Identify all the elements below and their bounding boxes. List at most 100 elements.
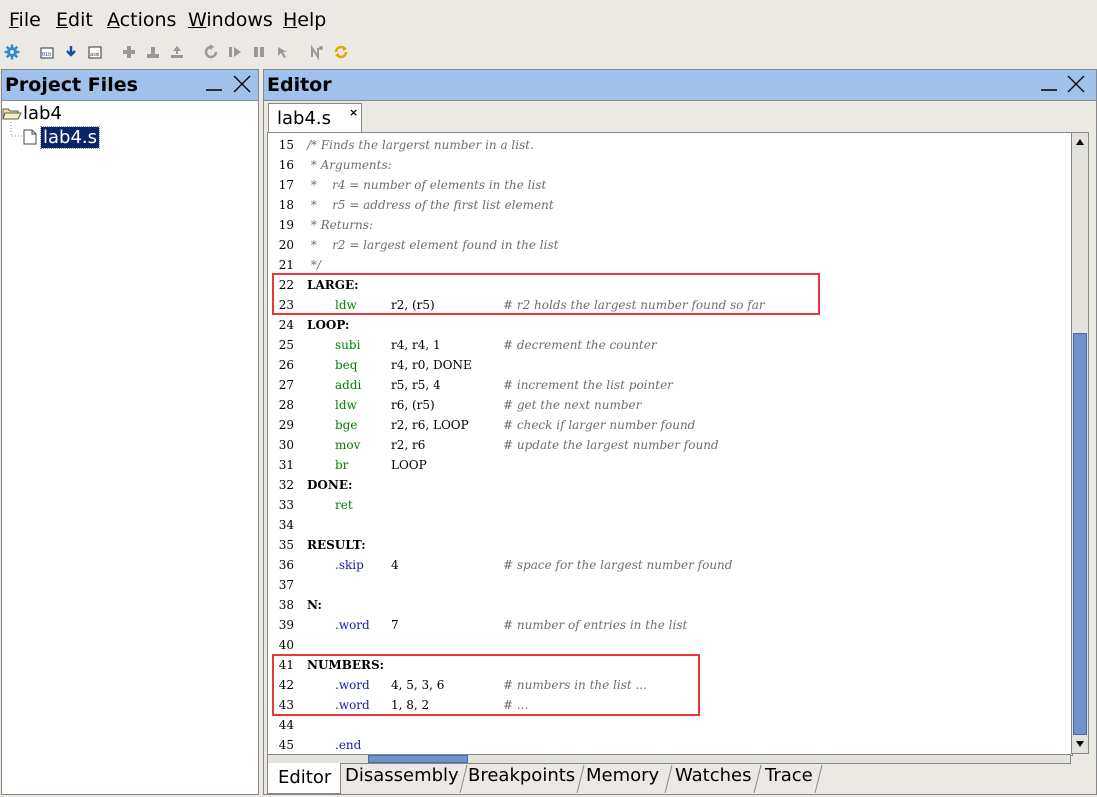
close-icon[interactable] <box>232 74 252 94</box>
open-folder-icon <box>2 108 22 120</box>
scroll-up-icon[interactable] <box>1073 135 1087 149</box>
code-instruction: beq <box>335 358 358 372</box>
code-comment: * Arguments: <box>307 158 392 172</box>
vertical-scrollbar[interactable] <box>1071 132 1089 754</box>
code-operands: 7 <box>391 618 399 632</box>
code-comment: */ <box>307 258 321 272</box>
code-line[interactable]: 45 .end <box>268 735 1068 755</box>
tree-connector <box>10 122 23 137</box>
code-instruction: subi <box>335 338 361 352</box>
code-inline-comment: # number of entries in the list <box>503 618 688 632</box>
code-line[interactable]: 40 <box>268 635 1068 655</box>
code-line[interactable]: 17 * r4 = number of elements in the list <box>268 175 1068 195</box>
refresh-icon[interactable] <box>333 44 349 60</box>
code-line[interactable]: 37 <box>268 575 1068 595</box>
code-inline-comment: # get the next number <box>503 398 642 412</box>
project-files-header: Project Files <box>2 70 258 101</box>
editor-header: Editor <box>264 70 1096 101</box>
tree-item-lab4[interactable]: lab4 <box>23 103 62 124</box>
code-line[interactable]: 36 .skip 4 # space for the largest number f… <box>268 555 1068 575</box>
code-line[interactable]: 21 */ <box>268 255 1068 275</box>
step-out-icon[interactable] <box>169 44 185 60</box>
line-number: 17 <box>278 178 294 192</box>
menu-edit[interactable]: Edit <box>56 9 93 31</box>
code-line[interactable]: 30 mov r2, r6 # update the largest number f… <box>268 435 1068 455</box>
line-number: 39 <box>278 618 294 632</box>
code-line[interactable]: 16 * Arguments: <box>268 155 1068 175</box>
menu-help[interactable]: Help <box>283 9 326 31</box>
code-line[interactable]: 44 <box>268 715 1068 735</box>
line-number: 35 <box>278 538 294 552</box>
cursor-run-icon[interactable] <box>309 44 325 60</box>
svg-text:010: 010 <box>42 52 51 58</box>
restart-icon[interactable] <box>203 44 219 60</box>
code-inline-comment: # check if larger number found <box>503 418 696 432</box>
line-number: 34 <box>278 518 294 532</box>
code-label: LOOP: <box>307 318 350 332</box>
minimize-icon[interactable] <box>1039 74 1059 94</box>
download-icon[interactable] <box>63 44 79 60</box>
code-line[interactable]: 34 <box>268 515 1068 535</box>
code-operands: r5, r5, 4 <box>391 378 441 392</box>
menu-actions[interactable]: Actions <box>107 9 176 31</box>
code-instruction: br <box>335 458 349 472</box>
load-binary-icon[interactable]: 010 <box>39 44 55 60</box>
bottom-tab-bar: Editor Disassembly Breakpoints Memory Wa… <box>265 763 1097 797</box>
code-label: N: <box>307 598 322 612</box>
code-line[interactable]: 28 ldw r6, (r5) # get the next number <box>268 395 1068 415</box>
code-line[interactable]: 33 ret <box>268 495 1068 515</box>
code-comment: * Returns: <box>307 218 373 232</box>
code-line[interactable]: 29 bge r2, r6, LOOP # check if larger numbe… <box>268 415 1068 435</box>
code-line[interactable]: 24 LOOP: <box>268 315 1068 335</box>
line-number: 15 <box>278 138 294 152</box>
code-line[interactable]: 38 N: <box>268 595 1068 615</box>
file-icon <box>23 129 37 145</box>
menu-file[interactable]: File <box>9 9 41 31</box>
svg-text:asm: asm <box>90 52 99 58</box>
code-line[interactable]: 35 RESULT: <box>268 535 1068 555</box>
step-into-icon[interactable] <box>121 44 137 60</box>
highlight-box-large <box>272 273 820 315</box>
hscroll-thumb[interactable] <box>368 755 468 763</box>
tab-editor[interactable]: Editor <box>267 763 341 794</box>
code-label: DONE: <box>307 478 353 492</box>
line-number: 31 <box>278 458 294 472</box>
code-line[interactable]: 19 * Returns: <box>268 215 1068 235</box>
code-line[interactable]: 39 .word 7 # number of entries in the list <box>268 615 1068 635</box>
continue-icon[interactable] <box>227 44 243 60</box>
line-number: 27 <box>278 378 294 392</box>
compile-icon[interactable]: asm <box>87 44 103 60</box>
line-number: 19 <box>278 218 294 232</box>
code-editor[interactable]: 15 /* Finds the largerst number in a list… <box>267 132 1073 756</box>
code-instruction: ret <box>335 498 353 512</box>
menu-windows[interactable]: Windows <box>188 9 273 31</box>
line-number: 33 <box>278 498 294 512</box>
tab-lab4-s[interactable]: lab4.s × <box>268 103 362 134</box>
tab-close-icon[interactable]: × <box>349 106 358 119</box>
line-number: 38 <box>278 598 294 612</box>
code-line[interactable]: 31 br LOOP <box>268 455 1068 475</box>
scroll-thumb[interactable] <box>1073 333 1087 735</box>
code-line[interactable]: 15 /* Finds the largerst number in a list… <box>268 135 1068 155</box>
code-line[interactable]: 20 * r2 = largest element found in the l… <box>268 235 1068 255</box>
code-line[interactable]: 25 subi r4, r4, 1 # decrement the counter <box>268 335 1068 355</box>
toolbar: 010 asm <box>0 40 1097 66</box>
code-operands: r2, r6, LOOP <box>391 418 469 432</box>
step-over-icon[interactable] <box>145 44 161 60</box>
line-number: 44 <box>278 718 294 732</box>
code-line[interactable]: 26 beq r4, r0, DONE <box>268 355 1068 375</box>
scroll-down-icon[interactable] <box>1073 737 1087 751</box>
code-line[interactable]: 32 DONE: <box>268 475 1068 495</box>
code-operands: r4, r4, 1 <box>391 338 441 352</box>
stop-icon[interactable] <box>251 44 267 60</box>
close-icon[interactable] <box>1066 74 1086 94</box>
tree-item-lab4-s[interactable]: lab4.s <box>39 126 101 149</box>
line-number: 21 <box>278 258 294 272</box>
minimize-icon[interactable] <box>204 74 224 94</box>
code-line[interactable]: 18 * r5 = address of the first list elem… <box>268 195 1068 215</box>
code-line[interactable]: 27 addi r5, r5, 4 # increment the list poin… <box>268 375 1068 395</box>
line-number: 45 <box>278 738 294 752</box>
breakpoint-icon[interactable] <box>275 44 291 60</box>
code-comment: /* Finds the largerst number in a list. <box>307 138 534 152</box>
gear-icon[interactable] <box>4 44 20 60</box>
